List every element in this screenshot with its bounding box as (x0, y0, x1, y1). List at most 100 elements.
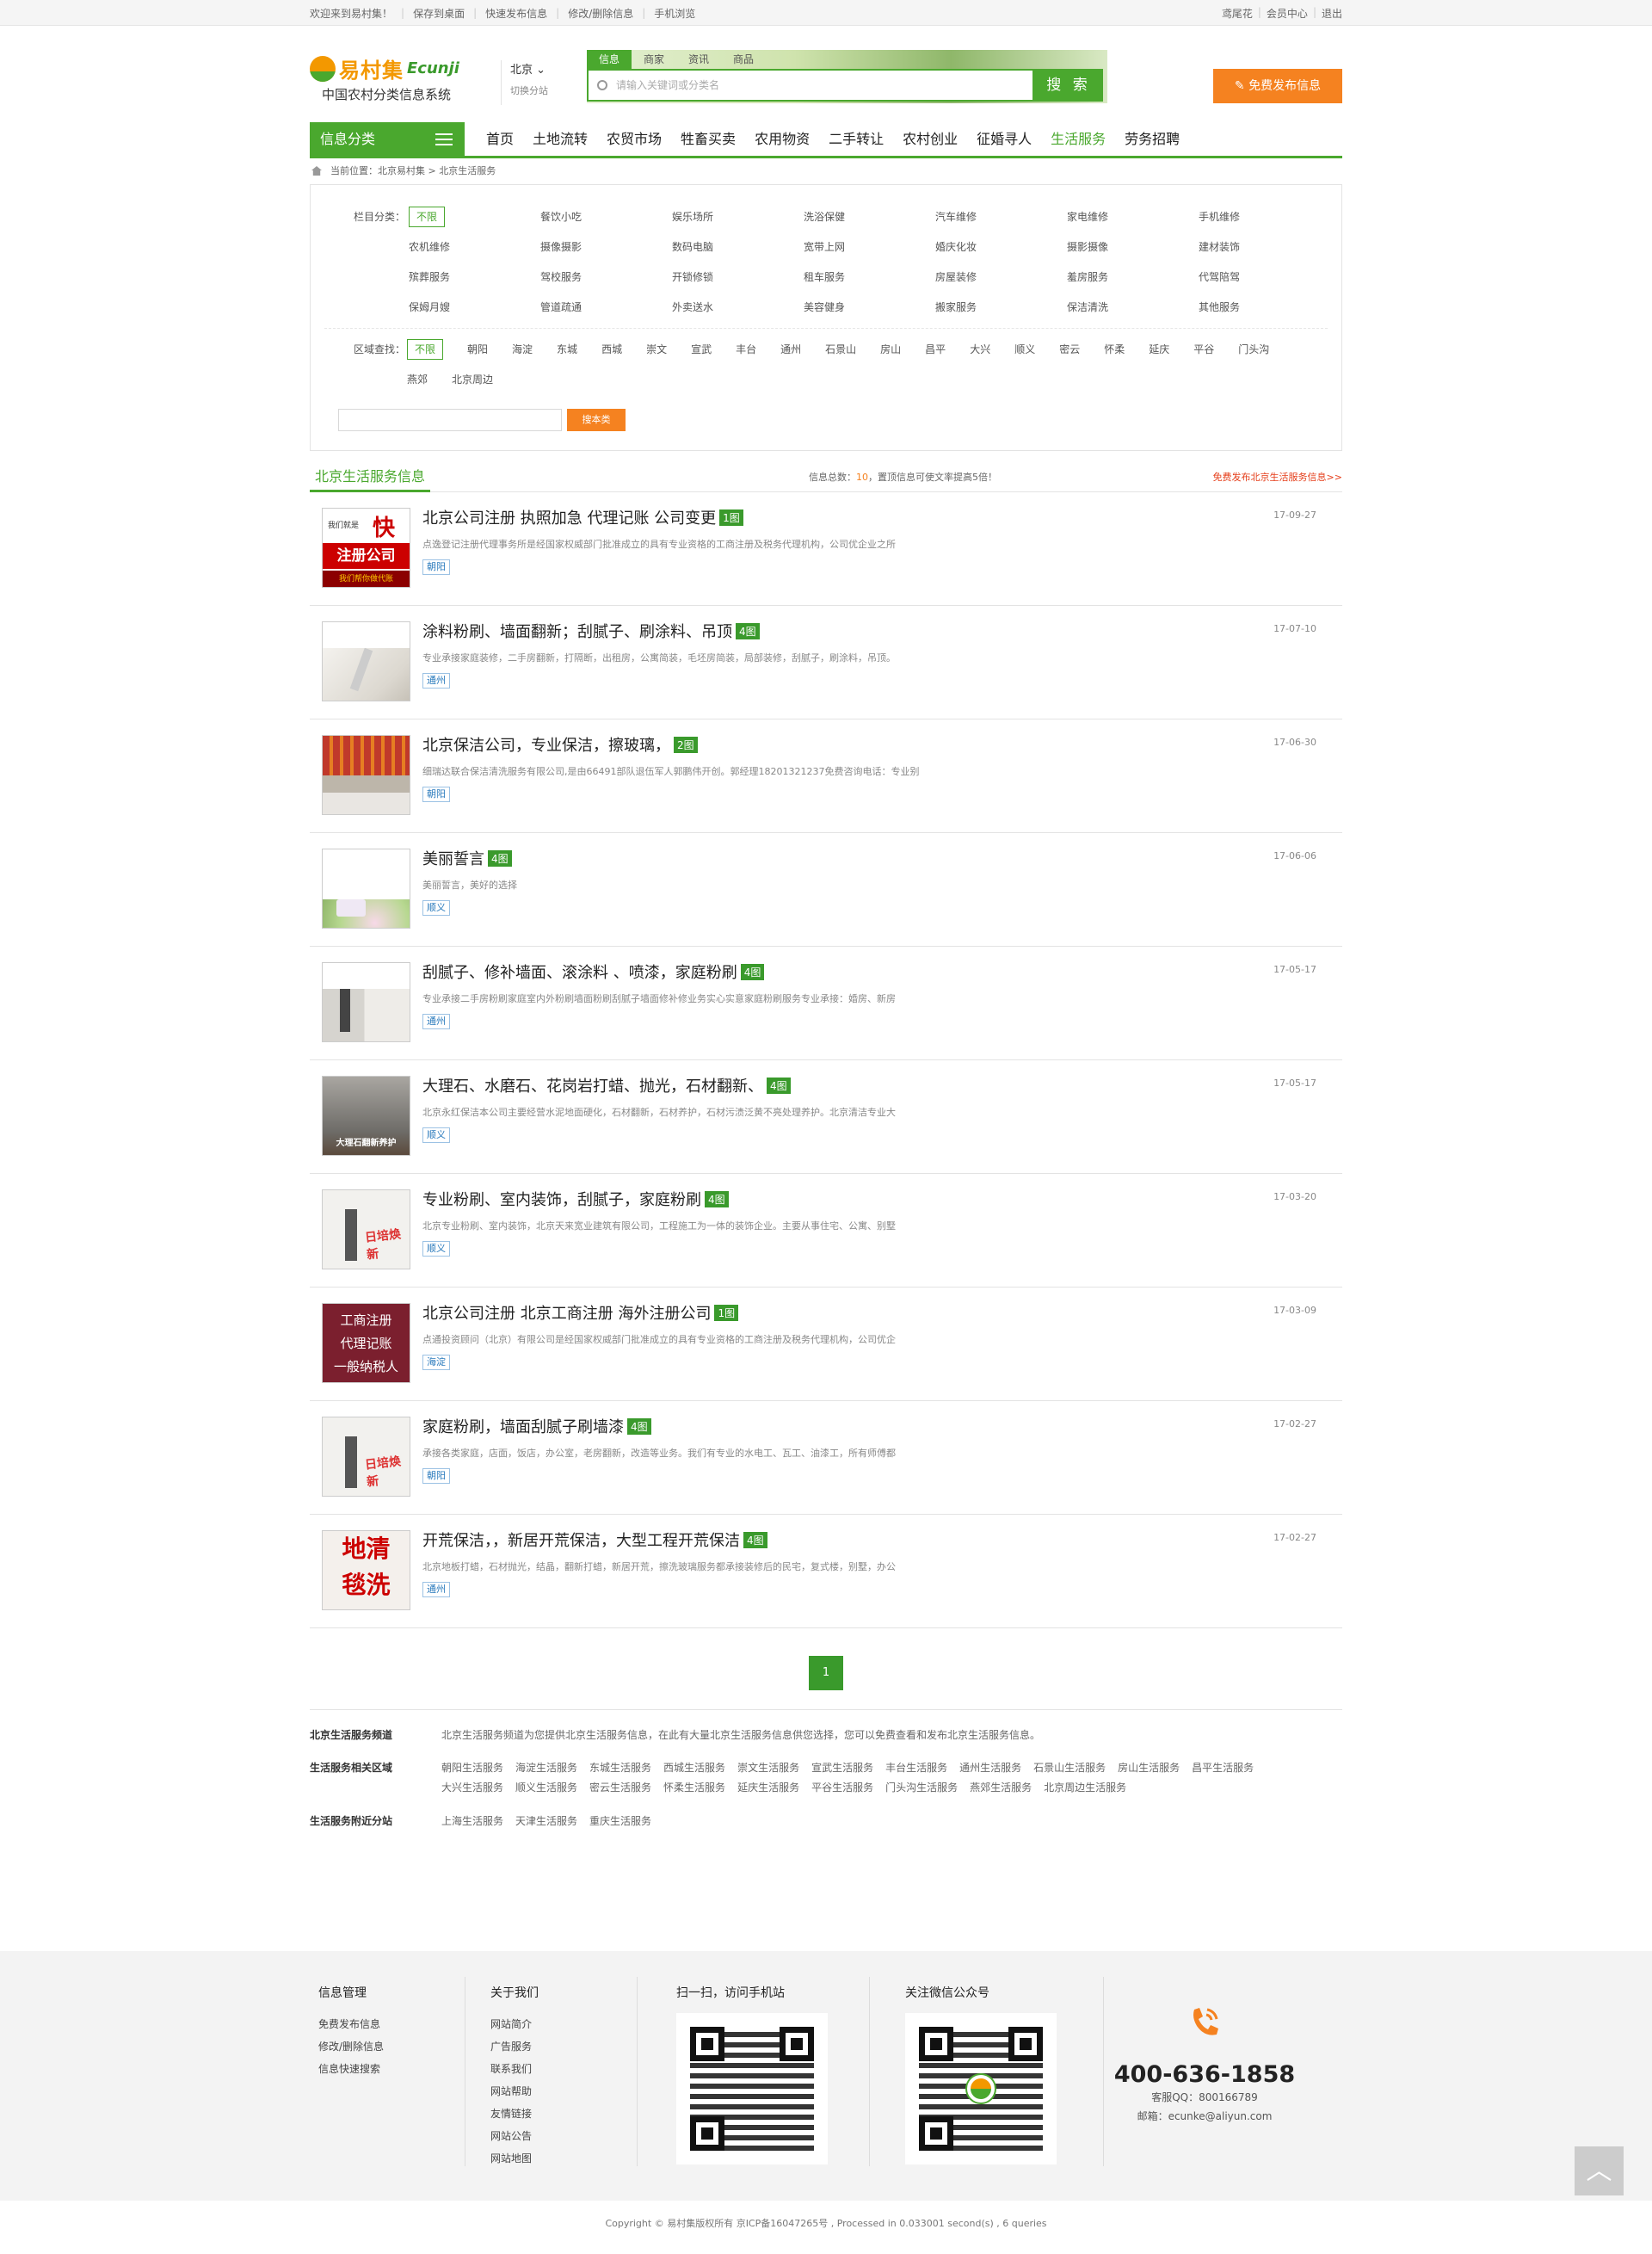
category-filter-item[interactable]: 外卖送水 (670, 293, 802, 323)
city-switcher[interactable]: 北京 ⌄ 切换分站 (501, 60, 548, 105)
listing-thumbnail[interactable]: 我们就是快注册公司 我们帮你做代账 (322, 508, 410, 588)
related-area-link[interactable]: 宣武生活服务 (811, 1758, 873, 1778)
listing-area-tag[interactable]: 顺义 (422, 900, 450, 916)
listing-row[interactable]: 大理石翻新养护 大理石、水磨石、花岗岩打蜡、抛光，石材翻新、 4图 北京永红保洁本公司… (310, 1060, 1342, 1174)
mobile-link[interactable]: 手机浏览 (654, 6, 695, 21)
category-filter-item[interactable]: 农机维修 (407, 232, 539, 262)
search-tab-shop[interactable]: 商家 (632, 50, 676, 69)
listing-thumbnail[interactable] (322, 621, 410, 701)
nav-item[interactable]: 土地流转 (523, 122, 597, 156)
category-filter-item[interactable]: 摄像摄影 (539, 232, 670, 262)
related-area-link[interactable]: 北京周边生活服务 (1044, 1778, 1126, 1798)
listing-area-tag[interactable]: 朝阳 (422, 559, 450, 575)
related-area-link[interactable]: 燕郊生活服务 (970, 1778, 1032, 1798)
footer-link[interactable]: 修改/删除信息 (318, 2035, 384, 2058)
listing-title[interactable]: 美丽誓言 4图 (422, 847, 512, 869)
related-area-link[interactable]: 延庆生活服务 (737, 1778, 799, 1798)
category-filter-item[interactable]: 开锁修锁 (670, 262, 802, 293)
category-menu-button[interactable]: 信息分类 (310, 122, 465, 156)
related-area-link[interactable]: 东城生活服务 (589, 1758, 651, 1778)
area-filter-item[interactable]: 海淀 (512, 335, 533, 365)
filter-search-input[interactable] (338, 409, 562, 431)
post-info-button[interactable]: ✎ 免费发布信息 (1213, 69, 1342, 103)
member-center-link[interactable]: 会员中心 (1267, 6, 1308, 21)
nav-item[interactable]: 劳务招聘 (1115, 122, 1189, 156)
footer-link[interactable]: 联系我们 (490, 2058, 539, 2080)
category-filter-item[interactable]: 管道疏通 (539, 293, 670, 323)
footer-link[interactable]: 网站地图 (490, 2147, 539, 2170)
category-filter-item[interactable]: 代驾陪驾 (1197, 262, 1328, 293)
related-area-link[interactable]: 密云生活服务 (589, 1778, 651, 1798)
listing-title[interactable]: 大理石、水磨石、花岗岩打蜡、抛光，石材翻新、 4图 (422, 1074, 791, 1096)
nav-item[interactable]: 生活服务 (1041, 122, 1115, 156)
listing-row[interactable]: 刮腻子、修补墙面、滚涂料 、喷漆，家庭粉刷 4图 专业承接二手房粉刷家庭室内外粉刷墙… (310, 947, 1342, 1060)
listing-area-tag[interactable]: 通州 (422, 1014, 450, 1029)
listing-title[interactable]: 北京公司注册 执照加急 代理记账 公司变更 1图 (422, 506, 743, 528)
back-to-top-button[interactable]: ︿ (1575, 2146, 1624, 2195)
related-area-link[interactable]: 石景山生活服务 (1033, 1758, 1106, 1778)
category-filter-item[interactable]: 不限 (407, 202, 539, 232)
listing-row[interactable]: 地清 毯洗 开荒保洁，，新居开荒保洁，大型工程开荒保洁 4图 北京地板打蜡，石材抛光，结… (310, 1515, 1342, 1628)
category-filter-item[interactable]: 汽车维修 (934, 202, 1065, 232)
category-filter-item[interactable]: 宽带上网 (802, 232, 934, 262)
category-filter-item[interactable]: 娱乐场所 (670, 202, 802, 232)
listing-thumbnail[interactable] (322, 849, 410, 929)
listing-title[interactable]: 刮腻子、修补墙面、滚涂料 、喷漆，家庭粉刷 4图 (422, 960, 765, 983)
nav-item[interactable]: 农贸市场 (597, 122, 671, 156)
category-filter-item[interactable]: 建材装饰 (1197, 232, 1328, 262)
category-filter-item[interactable]: 洗浴保健 (802, 202, 934, 232)
save-desktop-link[interactable]: 保存到桌面 (413, 6, 465, 21)
listing-area-tag[interactable]: 朝阳 (422, 787, 450, 802)
nearby-site-link[interactable]: 天津生活服务 (515, 1812, 577, 1831)
listing-area-tag[interactable]: 海淀 (422, 1355, 450, 1370)
category-filter-item[interactable]: 家电维修 (1065, 202, 1197, 232)
listing-row[interactable]: 日培焕新 专业粉刷、室内装饰，刮腻子，家庭粉刷 4图 北京专业粉刷、室内装饰，北京天来… (310, 1174, 1342, 1288)
quick-post-link[interactable]: 快速发布信息 (485, 6, 547, 21)
edit-delete-link[interactable]: 修改/删除信息 (568, 6, 633, 21)
area-filter-item[interactable]: 大兴 (970, 335, 990, 365)
site-logo[interactable]: 易村集 Ecunji 中国农村分类信息系统 (310, 53, 482, 105)
listing-title[interactable]: 北京公司注册 北京工商注册 海外注册公司 1图 (422, 1301, 739, 1324)
category-filter-item[interactable]: 其他服务 (1197, 293, 1328, 323)
listing-area-tag[interactable]: 通州 (422, 673, 450, 689)
listing-row[interactable]: 工商注册 代理记账 一般纳税人 北京公司注册 北京工商注册 海外注册公司 1图 点通投资顾… (310, 1288, 1342, 1401)
search-tab-info[interactable]: 信息 (587, 50, 632, 69)
category-filter-item[interactable]: 摄影摄像 (1065, 232, 1197, 262)
footer-link[interactable]: 广告服务 (490, 2035, 539, 2058)
logout-link[interactable]: 退出 (1322, 6, 1342, 21)
footer-link[interactable]: 网站简介 (490, 2013, 539, 2035)
listing-title[interactable]: 涂料粉刷、墙面翻新；刮腻子、刷涂料、吊顶 4图 (422, 620, 760, 642)
category-filter-item[interactable]: 保洁清洗 (1065, 293, 1197, 323)
related-area-link[interactable]: 通州生活服务 (959, 1758, 1021, 1778)
nearby-site-link[interactable]: 上海生活服务 (441, 1812, 503, 1831)
area-filter-item[interactable]: 丰台 (736, 335, 756, 365)
listing-title[interactable]: 专业粉刷、室内装饰，刮腻子，家庭粉刷 4图 (422, 1188, 729, 1210)
area-filter-item[interactable]: 宣武 (691, 335, 712, 365)
category-filter-item[interactable]: 数码电脑 (670, 232, 802, 262)
area-filter-item[interactable]: 东城 (557, 335, 577, 365)
nav-item[interactable]: 牲畜买卖 (671, 122, 745, 156)
nav-item[interactable]: 二手转让 (819, 122, 893, 156)
category-filter-item[interactable]: 餐饮小吃 (539, 202, 670, 232)
filter-search-button[interactable]: 搜本类 (567, 409, 626, 431)
category-filter-item[interactable]: 羞房服务 (1065, 262, 1197, 293)
area-filter-item[interactable]: 燕郊 (407, 365, 428, 395)
area-filter-item[interactable]: 门头沟 (1238, 335, 1269, 365)
listing-thumbnail[interactable]: 工商注册 代理记账 一般纳税人 (322, 1303, 410, 1383)
related-area-link[interactable]: 朝阳生活服务 (441, 1758, 503, 1778)
listing-row[interactable]: 涂料粉刷、墙面翻新；刮腻子、刷涂料、吊顶 4图 专业承接家庭装修，二手房翻新，打隔断… (310, 606, 1342, 719)
search-input[interactable]: 请输入关键词或分类名 (587, 69, 1034, 102)
page-1-button[interactable]: 1 (809, 1656, 843, 1690)
footer-link[interactable]: 信息快速搜索 (318, 2058, 384, 2080)
listing-thumbnail[interactable]: 大理石翻新养护 (322, 1076, 410, 1156)
category-filter-item[interactable]: 婚庆化妆 (934, 232, 1065, 262)
category-filter-item[interactable]: 美容健身 (802, 293, 934, 323)
listing-row[interactable]: 日培焕新 家庭粉刷，墙面刮腻子刷墙漆 4图 承接各类家庭，店面，饭店，办公室，老房翻新… (310, 1401, 1342, 1515)
category-filter-item[interactable]: 搬家服务 (934, 293, 1065, 323)
area-filter-item[interactable]: 延庆 (1149, 335, 1169, 365)
area-filter-item[interactable]: 昌平 (925, 335, 946, 365)
area-filter-item[interactable]: 怀柔 (1104, 335, 1125, 365)
area-filter-item[interactable]: 西城 (601, 335, 622, 365)
nav-item[interactable]: 征婚寻人 (967, 122, 1041, 156)
switch-city-link[interactable]: 切换分站 (510, 83, 548, 97)
